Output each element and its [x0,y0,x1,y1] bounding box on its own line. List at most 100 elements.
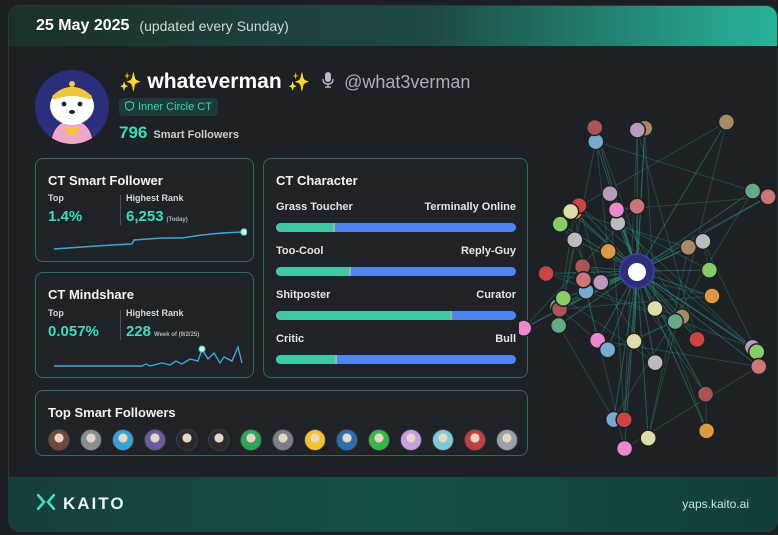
network-node [628,121,647,139]
mindshare-sparkline [54,344,243,367]
panel-title: CT Smart Follower [48,173,163,188]
network-node [599,242,617,261]
network-node [749,357,768,376]
follower-avatar[interactable] [432,429,454,451]
highest-rank-value: 6,253 (Today) [126,208,188,225]
character-bar [276,311,516,320]
follower-avatar[interactable] [112,429,134,451]
network-node [694,232,712,251]
card-footer: KAITO yaps.kaito.ai [9,477,777,531]
report-date: 25 May 2025 [36,17,130,34]
network-node [759,188,777,206]
network-node [601,184,619,203]
panel-title: Top Smart Followers [48,405,176,420]
smart-followers-count: 796 [119,123,148,142]
network-node [574,271,593,289]
network-node [615,439,634,458]
network-node [615,410,633,429]
display-name: whateverman [147,70,282,93]
follower-avatar[interactable] [208,429,230,451]
follower-avatar[interactable] [368,429,390,451]
character-row: Grass Toucher Terminally Online [276,201,516,232]
smart-follower-sparkline [53,228,247,250]
follower-avatar[interactable] [464,429,486,451]
follower-avatar[interactable] [144,429,166,451]
top-followers-list [48,429,518,451]
follower-avatar[interactable] [240,429,262,451]
network-node [700,261,719,279]
follower-avatar[interactable] [304,429,326,451]
character-bar [276,267,516,276]
follower-avatar[interactable] [336,429,358,451]
network-node [607,201,626,219]
network-node [646,299,664,318]
network-node [688,330,706,349]
panel-title: CT Mindshare [48,287,134,302]
network-node [743,182,762,200]
network-node [598,341,617,359]
profile-card: 25 May 2025 (updated every Sunday) ✨ wha… [8,5,778,532]
character-bar [276,355,516,364]
network-node [565,231,584,249]
top-value: 1.4% [48,208,83,225]
character-row: Critic Bull [276,333,516,364]
character-panel: CT Character Grass Toucher Terminally Onl… [263,158,528,378]
network-node [554,289,573,308]
follower-avatar[interactable] [400,429,422,451]
divider [120,195,121,225]
smart-followers-summary: 796 Smart Followers [119,123,239,143]
follower-avatar[interactable] [80,429,102,451]
network-node [519,319,533,337]
smart-follower-panel: CT Smart Follower Top 1.4% Highest Rank … [35,158,254,262]
avatar [35,70,109,144]
follower-avatar[interactable] [272,429,294,451]
highest-rank-label: Highest Rank [126,308,184,318]
top-label: Top [48,308,64,318]
kaito-logo: KAITO [36,493,126,515]
sparkle-icon: ✨ [119,71,142,92]
card-header: 25 May 2025 (updated every Sunday) [9,6,777,46]
site-url[interactable]: yaps.kaito.ai [682,497,749,511]
brand-name: KAITO [63,494,126,513]
sparkle-icon: ✨ [287,71,311,92]
network-node [625,332,643,350]
highest-rank-label: Highest Rank [126,193,184,203]
kaito-logo-icon [36,493,56,515]
inner-circle-badge: Inner Circle CT [119,98,218,116]
top-label: Top [48,193,64,203]
network-node [703,287,721,305]
top-value: 0.057% [48,323,99,340]
profile-name-row: ✨ whateverman ✨ @what3verman [119,70,470,94]
character-bar [276,223,516,232]
microphone-icon [322,72,334,92]
network-node [628,197,646,216]
badge-label: Inner Circle CT [138,101,212,113]
network-center-avatar [628,263,646,281]
network-node [666,312,684,331]
follower-avatar[interactable] [496,429,518,451]
follower-avatar[interactable] [176,429,198,451]
network-node [561,202,580,221]
character-row: Shitposter Curator [276,289,516,320]
highest-rank-value: 228 Week of (9/2/25) [126,323,200,340]
network-node [639,429,657,447]
smart-followers-label: Smart Followers [153,129,239,141]
network-node [549,316,568,335]
network-node [747,343,766,361]
divider [120,310,121,340]
follower-network-graph [519,113,777,458]
network-node [537,264,555,283]
network-node [585,118,604,137]
network-node [679,238,698,256]
network-node [717,113,736,131]
mindshare-panel: CT Mindshare Top 0.057% Highest Rank 228… [35,272,254,378]
network-node [592,273,610,292]
follower-avatar[interactable] [48,429,70,451]
network-node [696,385,715,403]
network-node [697,422,716,440]
character-row: Too-Cool Reply-Guy [276,245,516,276]
user-handle[interactable]: @what3verman [344,72,470,93]
panel-title: CT Character [276,173,358,188]
update-note: (updated every Sunday) [139,18,289,34]
top-followers-panel: Top Smart Followers [35,390,528,456]
